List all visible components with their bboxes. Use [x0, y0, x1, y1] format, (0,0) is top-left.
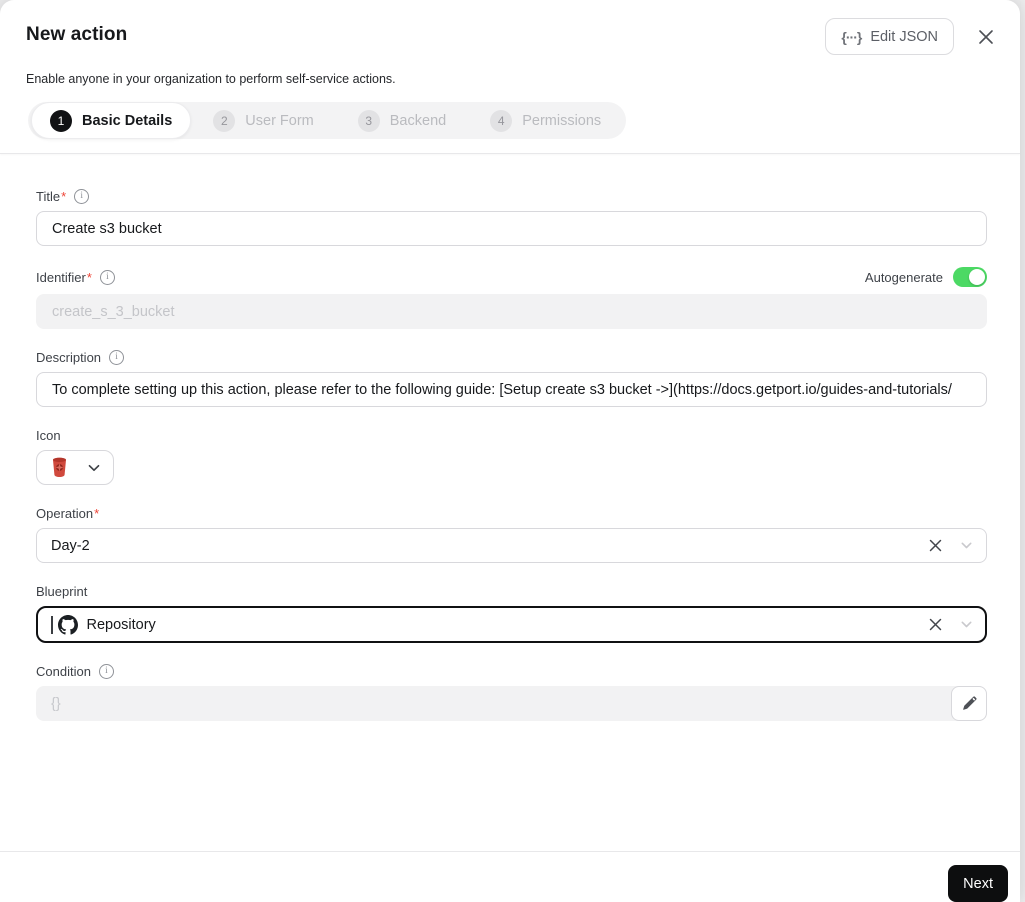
identifier-input — [36, 294, 987, 329]
clear-operation-button[interactable] — [927, 537, 944, 554]
step-label: Permissions — [522, 112, 602, 129]
edit-json-button[interactable]: {···} Edit JSON — [825, 18, 954, 55]
json-braces-icon: {···} — [841, 28, 862, 45]
chevron-down-icon — [88, 464, 100, 471]
tab-backend[interactable]: 3 Backend — [336, 102, 468, 139]
condition-placeholder: {} — [51, 695, 61, 712]
info-icon[interactable]: i — [99, 269, 115, 285]
aws-s3-bucket-icon — [53, 457, 66, 477]
step-number: 3 — [357, 109, 380, 132]
step-number: 4 — [490, 109, 513, 132]
title-label: Title* — [36, 189, 67, 204]
blueprint-select[interactable]: Repository — [36, 606, 987, 643]
blueprint-label: Blueprint — [36, 584, 88, 599]
description-input[interactable] — [36, 372, 987, 407]
tab-user-form[interactable]: 2 User Form — [191, 102, 335, 139]
form-body: Title* i Identifier* i Autogenerate — [0, 154, 1020, 851]
blueprint-value: Repository — [86, 616, 156, 633]
info-icon[interactable]: i — [98, 664, 114, 679]
edit-condition-button[interactable] — [951, 686, 987, 721]
step-number: 1 — [50, 109, 72, 132]
chevron-down-icon[interactable] — [961, 542, 972, 549]
info-icon[interactable]: i — [74, 189, 90, 204]
condition-field: Condition i {} — [36, 664, 987, 721]
identifier-label: Identifier* — [36, 269, 92, 285]
icon-dropdown[interactable] — [36, 450, 114, 485]
close-button[interactable] — [972, 23, 1000, 51]
required-asterisk: * — [94, 506, 100, 521]
stepper: 1 Basic Details 2 User Form 3 Backend 4 … — [28, 102, 627, 139]
title-field: Title* i — [36, 189, 987, 246]
text-caret — [51, 615, 53, 634]
clear-x-icon — [929, 539, 942, 552]
modal-subtitle: Enable anyone in your organization to pe… — [26, 72, 396, 86]
required-asterisk: * — [61, 189, 67, 204]
toggle-knob — [969, 269, 985, 285]
autogenerate-toggle[interactable] — [953, 267, 987, 287]
step-number: 2 — [213, 109, 236, 132]
description-label: Description — [36, 350, 102, 365]
chevron-down-icon[interactable] — [961, 621, 972, 628]
modal-header: New action {···} Edit JSON Enable anyone… — [0, 0, 1020, 154]
identifier-field: Identifier* i Autogenerate — [36, 267, 987, 329]
modal-footer: Next — [0, 851, 1020, 902]
condition-label: Condition — [36, 664, 91, 679]
clear-x-icon — [929, 618, 942, 631]
operation-select[interactable]: Day-2 — [36, 528, 987, 563]
step-label: Basic Details — [82, 112, 173, 129]
page-title: New action — [26, 24, 128, 45]
description-field: Description i — [36, 350, 987, 407]
condition-input: {} — [36, 686, 987, 721]
close-icon — [979, 29, 993, 44]
icon-label: Icon — [36, 428, 61, 443]
icon-field: Icon — [36, 428, 987, 485]
next-button[interactable]: Next — [948, 865, 1008, 902]
tab-permissions[interactable]: 4 Permissions — [468, 102, 623, 139]
required-asterisk: * — [86, 269, 92, 285]
pencil-icon — [962, 696, 977, 710]
blueprint-field: Blueprint Repository — [36, 584, 987, 643]
autogenerate-label: Autogenerate — [864, 269, 943, 285]
step-label: User Form — [245, 112, 314, 129]
operation-value: Day-2 — [51, 537, 90, 554]
github-icon — [57, 614, 78, 635]
operation-label: Operation* — [36, 506, 100, 521]
step-label: Backend — [389, 112, 447, 129]
info-icon[interactable]: i — [109, 350, 125, 365]
title-input[interactable] — [36, 211, 987, 246]
tab-basic-details[interactable]: 1 Basic Details — [31, 102, 192, 139]
edit-json-label: Edit JSON — [870, 28, 938, 45]
operation-field: Operation* Day-2 — [36, 506, 987, 563]
clear-blueprint-button[interactable] — [927, 616, 944, 633]
new-action-modal: New action {···} Edit JSON Enable anyone… — [0, 0, 1020, 902]
